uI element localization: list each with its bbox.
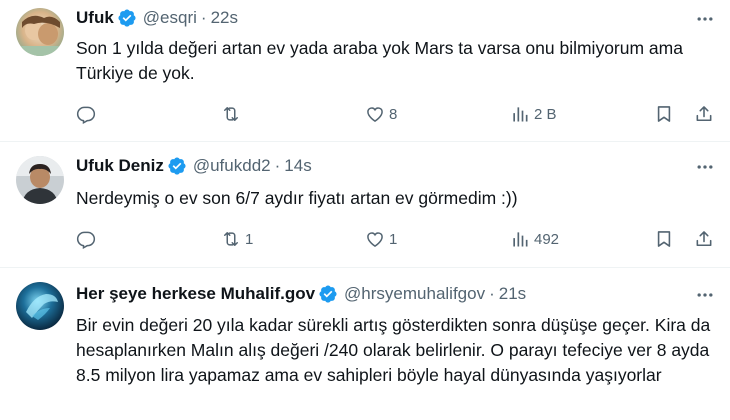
retweet-icon xyxy=(221,229,241,249)
tweet-text: Nerdeymiş o ev son 6/7 aydır fiyatı arta… xyxy=(76,188,518,208)
share-icon xyxy=(694,229,714,249)
view-count: 492 xyxy=(534,230,560,248)
like-count: 8 xyxy=(389,105,398,123)
action-bar: 1 1 492 xyxy=(76,227,716,251)
bookmark-button[interactable] xyxy=(654,227,674,251)
retweet-button[interactable]: 1 xyxy=(221,227,253,251)
bookmark-button[interactable] xyxy=(654,102,674,126)
bookmark-icon xyxy=(654,229,674,249)
reply-button[interactable] xyxy=(76,102,100,126)
more-icon[interactable] xyxy=(694,8,716,30)
tweet-header: Ufuk Deniz @ufukdd2 · 14s xyxy=(76,154,312,178)
author-handle[interactable]: @hrsyemuhalifgov xyxy=(344,284,485,304)
like-count: 1 xyxy=(389,230,398,248)
reply-icon xyxy=(76,229,96,249)
views-icon xyxy=(510,229,530,249)
views-button[interactable]: 492 xyxy=(510,227,559,251)
more-icon[interactable] xyxy=(694,156,716,178)
views-icon xyxy=(510,104,530,124)
author-name[interactable]: Ufuk Deniz xyxy=(76,156,164,176)
avatar[interactable] xyxy=(16,282,64,330)
avatar[interactable] xyxy=(16,8,64,56)
retweet-button[interactable] xyxy=(221,102,245,126)
reply-icon xyxy=(76,104,96,124)
verified-badge-icon xyxy=(167,156,187,176)
share-button[interactable] xyxy=(694,227,714,251)
like-icon xyxy=(365,229,385,249)
tweet-header: Ufuk @esqri · 22s xyxy=(76,6,238,30)
tweet-text: Son 1 yılda değeri artan ev yada araba y… xyxy=(76,38,683,83)
like-icon xyxy=(365,104,385,124)
author-handle[interactable]: @ufukdd2 xyxy=(193,156,271,176)
share-icon xyxy=(694,104,714,124)
timestamp[interactable]: 14s xyxy=(284,156,311,176)
tweet-header: Her şeye herkese Muhalif.gov @hrsyemuhal… xyxy=(76,282,526,306)
avatar[interactable] xyxy=(16,156,64,204)
timestamp[interactable]: 21s xyxy=(499,284,526,304)
verified-badge-icon xyxy=(318,284,338,304)
timestamp[interactable]: 22s xyxy=(211,8,238,28)
tweet-1[interactable]: Ufuk @esqri · 22s Son 1 yılda değeri art… xyxy=(0,0,730,142)
tweet-2[interactable]: Ufuk Deniz @ufukdd2 · 14s Nerdeymiş o ev… xyxy=(0,142,730,268)
author-name[interactable]: Her şeye herkese Muhalif.gov xyxy=(76,284,315,304)
author-handle[interactable]: @esqri xyxy=(143,8,197,28)
separator-dot: · xyxy=(274,156,281,175)
action-bar: 8 2 B xyxy=(76,102,716,126)
separator-dot: · xyxy=(200,8,207,27)
retweet-icon xyxy=(221,104,241,124)
reply-button[interactable] xyxy=(76,227,100,251)
separator-dot: · xyxy=(489,284,495,303)
share-button[interactable] xyxy=(694,102,714,126)
tweet-text: Bir evin değeri 20 yıla kadar sürekli ar… xyxy=(76,315,711,385)
tweet-3[interactable]: Her şeye herkese Muhalif.gov @hrsyemuhal… xyxy=(0,268,730,420)
retweet-count: 1 xyxy=(245,230,254,248)
author-name[interactable]: Ufuk xyxy=(76,8,114,28)
verified-badge-icon xyxy=(117,8,137,28)
like-button[interactable]: 8 xyxy=(365,102,397,126)
view-count: 2 B xyxy=(534,105,557,123)
more-icon[interactable] xyxy=(694,284,716,306)
like-button[interactable]: 1 xyxy=(365,227,397,251)
views-button[interactable]: 2 B xyxy=(510,102,557,126)
bookmark-icon xyxy=(654,104,674,124)
